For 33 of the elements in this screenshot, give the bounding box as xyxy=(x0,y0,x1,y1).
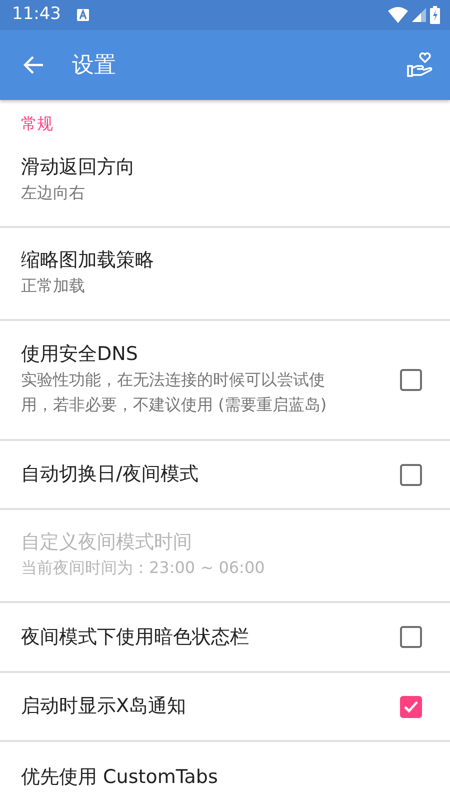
setting-summary: 正常加载 xyxy=(21,275,86,298)
setting-title: 优先使用 CustomTabs xyxy=(21,764,219,790)
setting-title: 自动切换日/夜间模式 xyxy=(21,462,200,487)
setting-title: 滑动返回方向 xyxy=(21,155,136,180)
checkbox[interactable] xyxy=(400,464,422,486)
donate-button[interactable] xyxy=(406,51,434,79)
setting-item[interactable]: 缩略图加载策略 正常加载 xyxy=(0,228,450,321)
setting-summary: 左边向右 xyxy=(21,182,86,204)
setting-title: 缩略图加载策略 xyxy=(21,248,155,274)
setting-title: 启动时显示X岛通知 xyxy=(21,694,188,719)
setting-title: 夜间模式下使用暗色状态栏 xyxy=(21,624,250,650)
setting-item[interactable]: 自动切换日/夜间模式 xyxy=(0,441,450,510)
setting-summary: 当前夜间时间为：23:00 ~ 06:00 xyxy=(21,557,266,580)
page-title: 设置 xyxy=(72,52,116,80)
status-time: 11:43 xyxy=(12,3,61,26)
setting-title: 使用安全DNS xyxy=(21,342,139,367)
setting-item[interactable]: 使用安全DNS 实验性功能，在无法连接的时候可以尝试使用，若非必要，不建议使用 (需要重启蓝岛) xyxy=(0,321,450,441)
check-icon xyxy=(403,698,419,714)
setting-title: 自定义夜间模式时间 xyxy=(21,530,193,556)
section-header: 常规 xyxy=(20,113,54,135)
signal-icon xyxy=(412,8,426,22)
battery-icon xyxy=(430,6,440,24)
hand-heart-icon xyxy=(406,51,434,79)
wifi-icon xyxy=(388,7,408,23)
setting-item[interactable]: 优先使用 CustomTabs xyxy=(0,742,450,790)
setting-item[interactable]: 滑动返回方向 左边向右 xyxy=(0,135,450,228)
setting-item[interactable]: 夜间模式下使用暗色状态栏 xyxy=(0,603,450,673)
checkbox[interactable] xyxy=(400,696,422,718)
setting-summary: 实验性功能，在无法连接的时候可以尝试使用，若非必要，不建议使用 (需要重启蓝岛) xyxy=(21,368,328,416)
checkbox[interactable] xyxy=(400,626,422,648)
setting-item[interactable]: 启动时显示X岛通知 xyxy=(0,673,450,742)
checkbox[interactable] xyxy=(400,369,422,391)
notification-icon xyxy=(77,9,89,21)
